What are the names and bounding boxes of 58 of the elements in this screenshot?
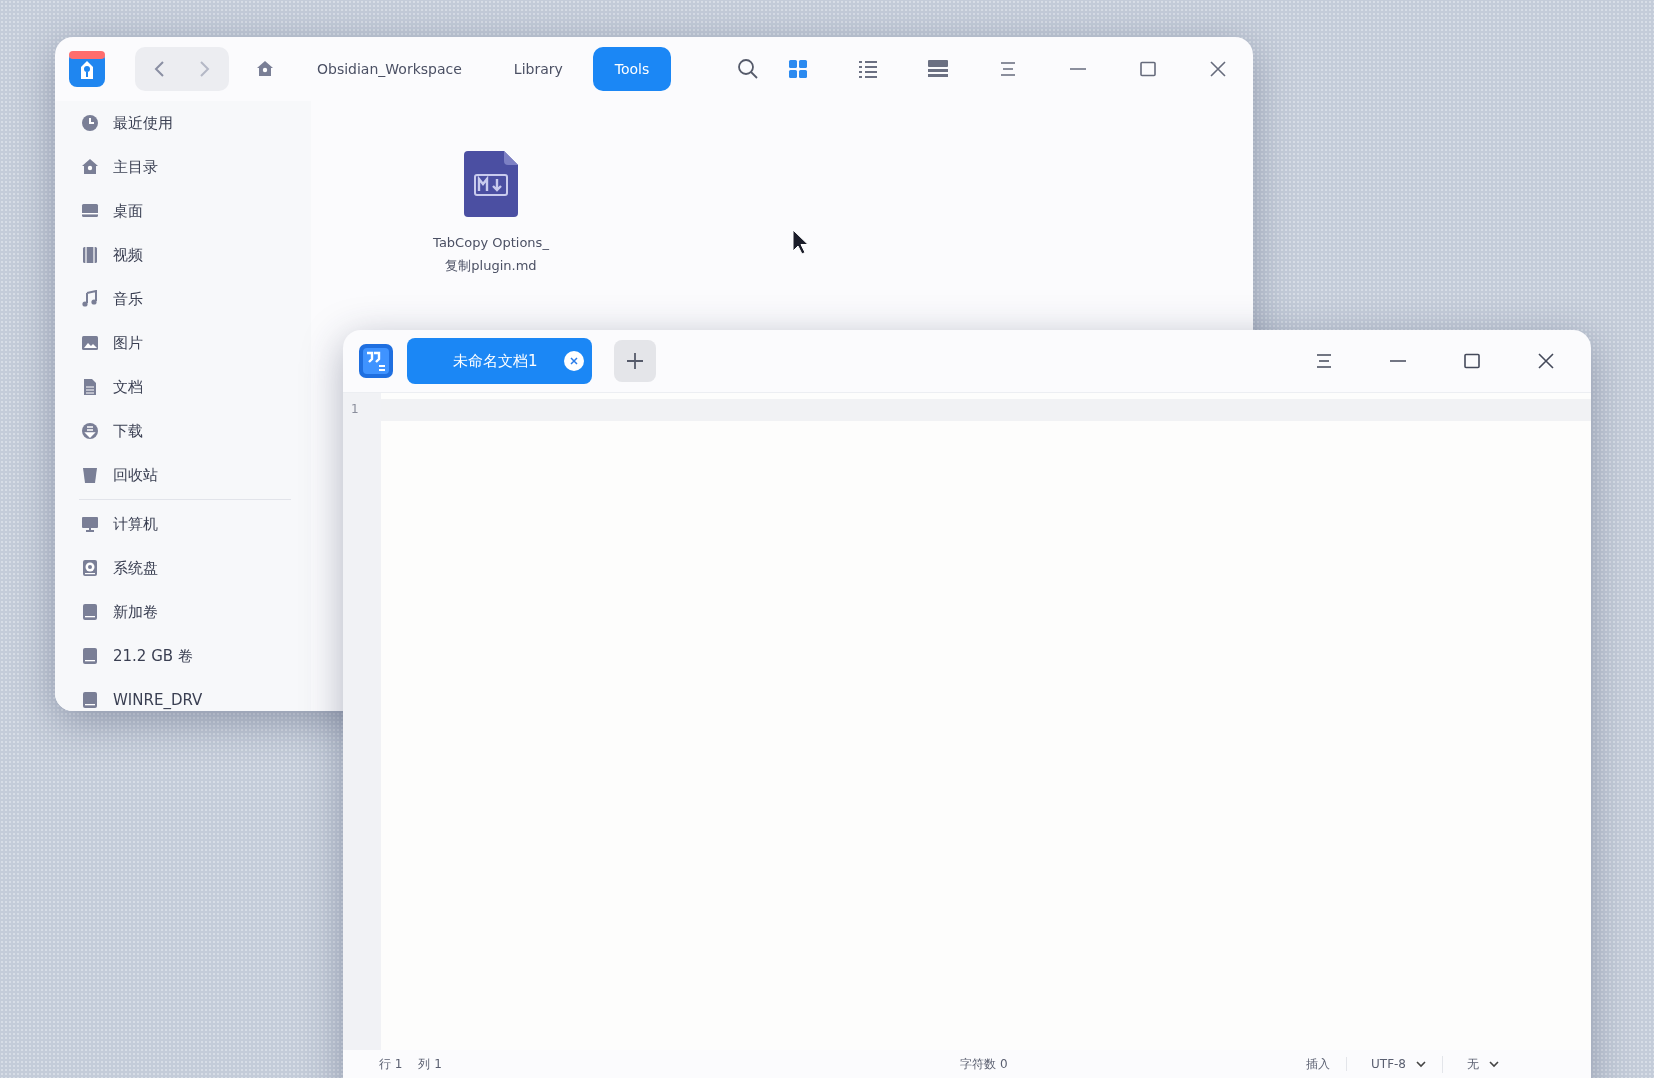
character-count: 字符数 0: [960, 1055, 1008, 1073]
monitor-icon: [81, 515, 99, 533]
close-icon[interactable]: [1537, 352, 1555, 370]
drive-icon: [81, 647, 99, 665]
encoding-dropdown[interactable]: UTF-8: [1346, 1057, 1426, 1071]
sidebar-item[interactable]: 新加卷: [79, 590, 311, 634]
mouse-pointer-icon: [791, 229, 809, 255]
app-logo-icon: [69, 51, 105, 87]
home-icon: [81, 158, 99, 176]
close-icon[interactable]: [564, 351, 584, 371]
trash-icon: [81, 466, 99, 484]
breadcrumb-tab[interactable]: Obsidian_Workspace: [295, 47, 484, 91]
close-icon[interactable]: [1209, 60, 1227, 78]
breadcrumb-tab[interactable]: Tools: [592, 47, 672, 91]
document-icon: [81, 378, 99, 396]
grid-view-icon[interactable]: [788, 59, 808, 79]
markdown-file-icon: [464, 151, 518, 217]
list-view-icon[interactable]: [858, 59, 878, 79]
sidebar-item[interactable]: 桌面: [79, 189, 311, 233]
app-logo-icon: [359, 344, 393, 378]
search-icon[interactable]: [737, 58, 759, 80]
sidebar-item[interactable]: 计算机: [79, 502, 311, 546]
sidebar-item[interactable]: 文档: [79, 365, 311, 409]
sidebar-item[interactable]: 下载: [79, 409, 311, 453]
insert-mode[interactable]: 插入: [1306, 1055, 1330, 1073]
sidebar-item[interactable]: 21.2 GB 卷: [79, 634, 311, 678]
rows-view-icon[interactable]: [928, 59, 948, 79]
desktop-icon: [81, 202, 99, 220]
cursor-line: 行 1: [379, 1055, 403, 1073]
download-icon: [81, 422, 99, 440]
sidebar-item[interactable]: 主目录: [79, 145, 311, 189]
menu-icon[interactable]: [999, 61, 1017, 77]
cursor-column: 列 1: [418, 1055, 442, 1073]
maximize-icon[interactable]: [1139, 61, 1157, 77]
sidebar-item[interactable]: WINRE_DRV: [79, 678, 311, 711]
sidebar-item[interactable]: 最近使用: [79, 101, 311, 145]
menu-icon[interactable]: [1315, 353, 1333, 369]
clock-icon: [81, 114, 99, 132]
maximize-icon[interactable]: [1463, 353, 1481, 369]
chevron-down-icon: [1416, 1060, 1426, 1068]
plus-icon: [626, 352, 644, 370]
line-ending-dropdown[interactable]: 无: [1442, 1055, 1499, 1073]
home-icon: [256, 60, 274, 78]
sidebar-item[interactable]: 音乐: [79, 277, 311, 321]
file-name[interactable]: TabCopy Options_复制plugin.md: [428, 231, 554, 277]
music-note-icon: [81, 290, 99, 308]
sidebar-item[interactable]: 系统盘: [79, 546, 311, 590]
document-tab[interactable]: 未命名文档1: [407, 338, 592, 384]
sidebar-item[interactable]: 视频: [79, 233, 311, 277]
sidebar-item[interactable]: 回收站: [79, 453, 311, 497]
new-tab-button[interactable]: [614, 340, 656, 382]
image-icon: [81, 334, 99, 352]
breadcrumb-tab[interactable]: Library: [491, 47, 585, 91]
sidebar-item[interactable]: 图片: [79, 321, 311, 365]
line-number: 1: [350, 401, 360, 418]
drive-icon: [81, 603, 99, 621]
film-icon: [81, 246, 99, 264]
chevron-down-icon: [1489, 1060, 1499, 1068]
